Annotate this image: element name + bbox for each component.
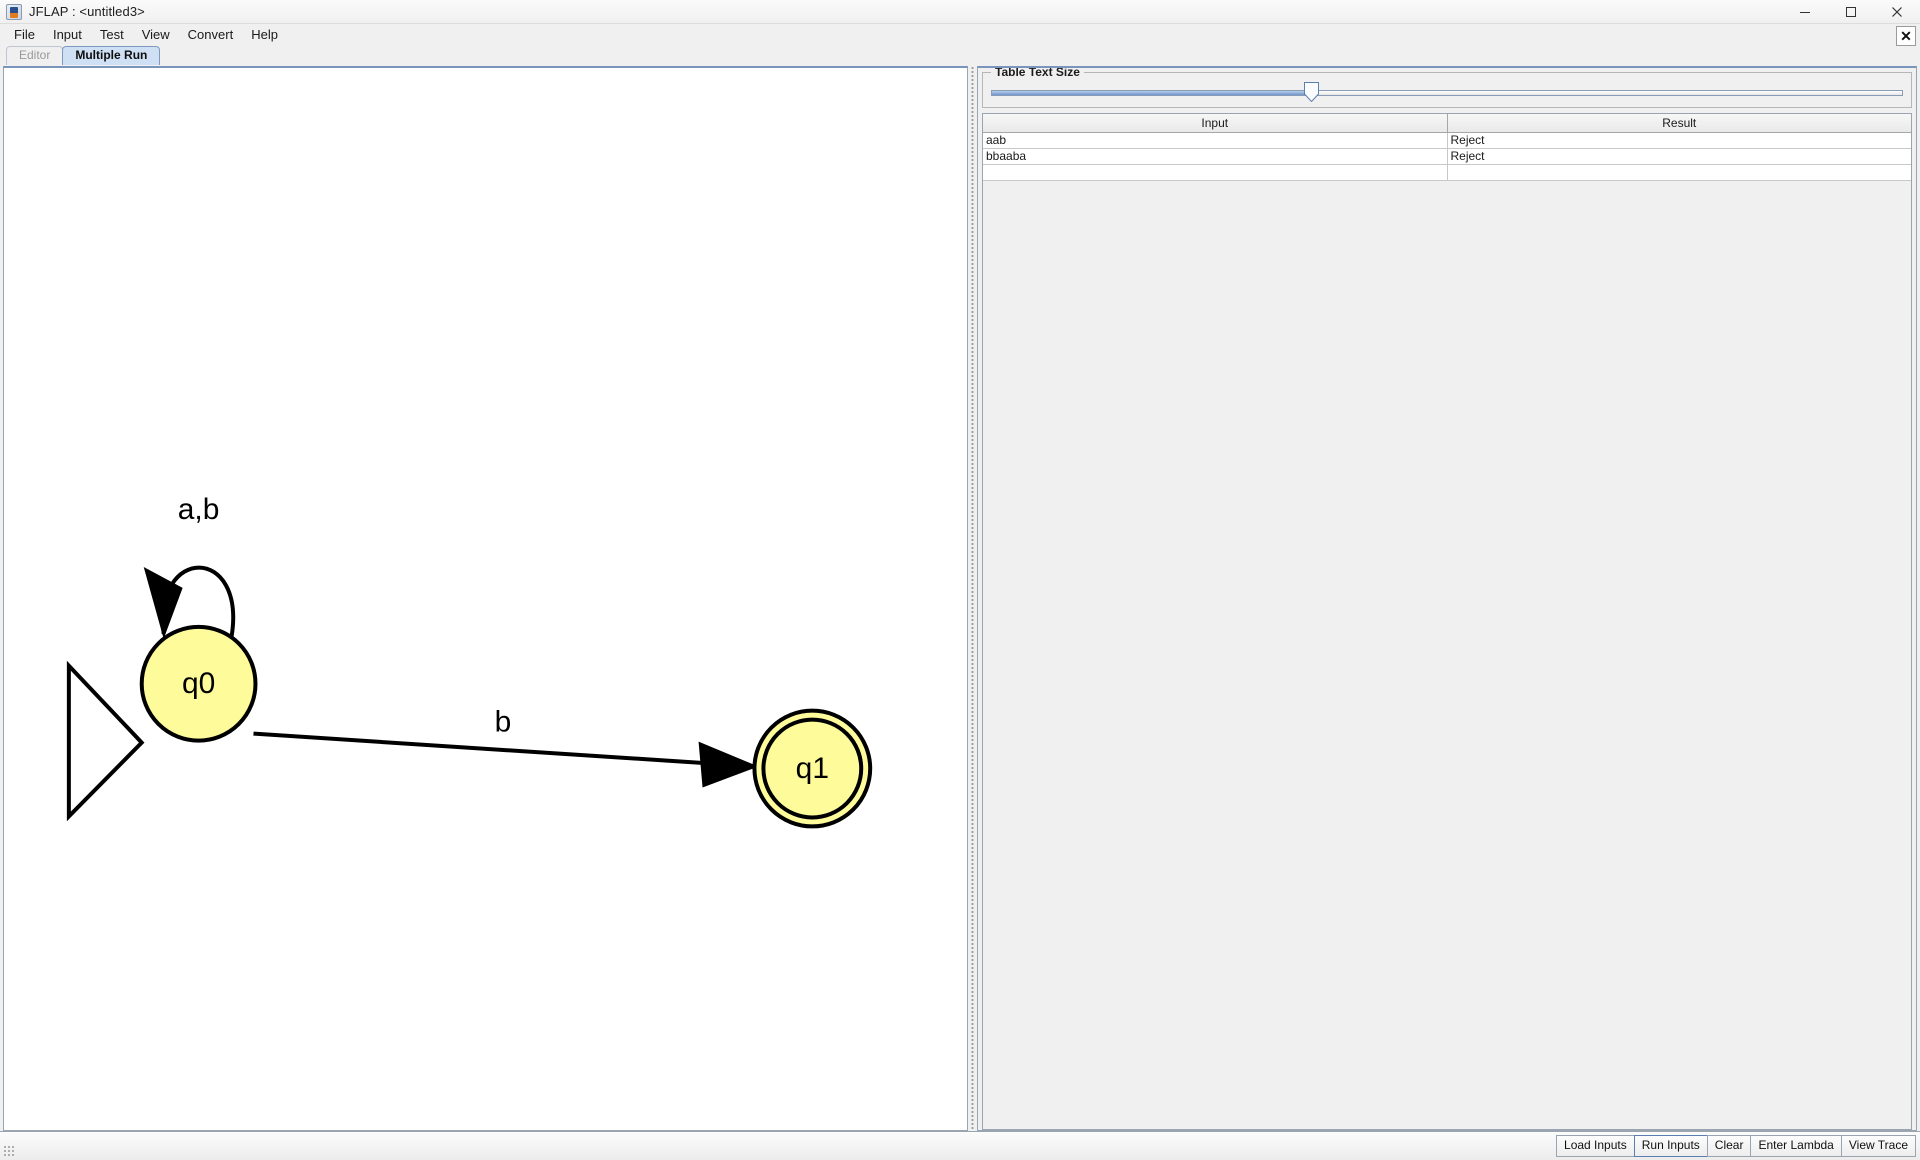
menu-bar: File Input Test View Convert Help — [0, 24, 1920, 46]
close-button[interactable] — [1874, 0, 1920, 24]
window-controls — [1782, 0, 1920, 24]
transition-q0-q1-arrowhead — [698, 741, 759, 788]
clear-button[interactable]: Clear — [1706, 1135, 1752, 1157]
transition-label-q0-q0: a,b — [178, 493, 220, 526]
table-row[interactable] — [983, 164, 1911, 181]
table-row[interactable]: aab Reject — [983, 132, 1911, 149]
table-row[interactable]: bbaaba Reject — [983, 148, 1911, 165]
minimize-button[interactable] — [1782, 0, 1828, 24]
table-header-row: Input Result — [983, 114, 1911, 133]
multiple-run-panel: Table Text Size Input Result aab Reject bb — [977, 66, 1917, 1131]
tab-editor[interactable]: Editor — [6, 46, 64, 65]
run-inputs-button[interactable]: Run Inputs — [1633, 1135, 1708, 1157]
transition-label-q0-q1: b — [495, 706, 512, 739]
column-header-input[interactable]: Input — [983, 114, 1448, 133]
initial-state-arrow — [66, 660, 145, 822]
java-coffee-cup-icon — [6, 3, 22, 20]
cell-result[interactable]: Reject — [1447, 132, 1911, 149]
table-empty-area — [983, 180, 1911, 1129]
state-q1-label: q1 — [796, 752, 829, 785]
slider-fill — [992, 91, 1311, 95]
cell-result[interactable]: Reject — [1447, 148, 1911, 165]
resize-grip-icon — [3, 1145, 15, 1157]
split-pane-grip — [971, 66, 974, 1131]
menu-view[interactable]: View — [133, 25, 179, 45]
split-pane-divider[interactable] — [968, 66, 977, 1131]
state-q0-label: q0 — [182, 667, 215, 700]
bottom-toolbar: Load Inputs Run Inputs Clear Enter Lambd… — [0, 1131, 1920, 1160]
results-table-container[interactable]: Input Result aab Reject bbaaba Reject — [982, 113, 1912, 1130]
slider-thumb[interactable] — [1304, 82, 1319, 102]
tab-multiple-run[interactable]: Multiple Run — [62, 46, 161, 65]
column-header-result[interactable]: Result — [1447, 114, 1911, 133]
load-inputs-button[interactable]: Load Inputs — [1556, 1135, 1635, 1157]
cell-input[interactable]: bbaaba — [983, 148, 1448, 165]
tab-strip: Editor Multiple Run — [0, 46, 1920, 65]
menu-help[interactable]: Help — [242, 25, 287, 45]
title-bar: JFLAP : <untitled3> ✕ — [0, 0, 1920, 46]
cell-input[interactable]: aab — [983, 132, 1448, 149]
table-body: aab Reject bbaaba Reject — [983, 132, 1911, 181]
maximize-button[interactable] — [1828, 0, 1874, 24]
menu-input[interactable]: Input — [44, 25, 91, 45]
menu-test[interactable]: Test — [91, 25, 133, 45]
automaton-canvas[interactable]: q0 q1 a,b b — [3, 66, 968, 1131]
results-table: Input Result aab Reject bbaaba Reject — [983, 114, 1911, 181]
enter-lambda-button[interactable]: Enter Lambda — [1750, 1135, 1842, 1157]
internal-frame-close-icon[interactable]: ✕ — [1896, 26, 1916, 46]
table-text-size-label: Table Text Size — [991, 68, 1084, 79]
menu-file[interactable]: File — [5, 25, 44, 45]
main-content: q0 q1 a,b b Table Text Size Input Result… — [0, 66, 1920, 1131]
menu-convert[interactable]: Convert — [179, 25, 243, 45]
table-text-size-slider[interactable] — [991, 82, 1903, 102]
cell-input[interactable] — [983, 164, 1448, 181]
window-title: JFLAP : <untitled3> — [29, 4, 145, 19]
cell-result[interactable] — [1447, 164, 1911, 181]
table-text-size-group: Table Text Size — [982, 68, 1912, 108]
view-trace-button[interactable]: View Trace — [1840, 1135, 1916, 1157]
